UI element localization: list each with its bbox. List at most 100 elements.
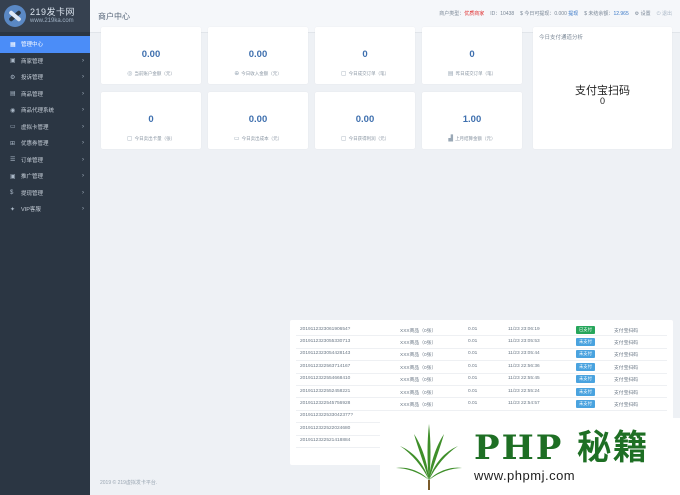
menu-icon: ⊞ xyxy=(10,140,16,147)
order-amount: 0.01 xyxy=(468,376,478,382)
order-pay-method: 支付宝扫码 xyxy=(614,353,638,359)
order-row[interactable]: 2019112323055330713 XXX商品（0张） 0.01 11/23 23… xyxy=(296,335,667,349)
order-row[interactable]: 2019112322563714167 XXX商品（0张） 0.01 11/23 22… xyxy=(296,360,667,374)
order-product: XXX商品（0张） xyxy=(400,378,437,384)
order-time: 11/23 23:05:53 xyxy=(508,338,540,344)
stat-card: 0.00 ⊕ 今日收入金额（元） xyxy=(208,27,308,84)
order-pay-method: 支付宝扫码 xyxy=(614,378,638,384)
order-product: XXX商品（0张） xyxy=(400,328,437,334)
sidebar-item[interactable]: ▤ 商品管理 › xyxy=(0,86,90,103)
stat-label: 今日卖出卡量（张） xyxy=(134,135,176,141)
order-row[interactable]: 201911232306190654? XXX商品（0张） 0.01 11/23 23… xyxy=(296,323,667,337)
withdraw-link[interactable]: 提现 xyxy=(568,11,578,17)
order-time: 11/23 23:06:19 xyxy=(508,326,540,332)
menu-icon: ⚙ xyxy=(10,74,16,81)
watermark: PHP 秘籍 www.phpmj.com xyxy=(380,418,680,495)
order-id: 2019112322522024680 xyxy=(300,425,351,431)
settings-button[interactable]: ⚙ 设置 xyxy=(635,10,651,17)
menu-icon: $ xyxy=(10,189,14,196)
chevron-right-icon: › xyxy=(82,140,84,147)
logout-button[interactable]: ⏻ 退出 xyxy=(657,10,672,17)
order-id: 2019112322533042377? xyxy=(300,413,353,419)
footer: 2019 © 219虚拟发卡平台. xyxy=(100,480,158,486)
stat-icon: ⊕ xyxy=(234,71,240,77)
order-pay-method: 支付宝扫码 xyxy=(614,328,638,334)
logo-domain: www.219ka.com xyxy=(30,17,74,24)
stat-icon: ▭ xyxy=(233,136,240,142)
order-id: 2019112323055330713 xyxy=(300,338,351,344)
sidebar-item[interactable]: ☰ 订单管理 › xyxy=(0,152,90,169)
order-amount: 0.01 xyxy=(468,351,478,357)
chevron-right-icon: › xyxy=(82,156,84,163)
withdrawable: $ 今日可提现：0.000 提现 xyxy=(520,11,579,17)
sidebar-item[interactable]: ✦ VIP客服 › xyxy=(0,201,90,218)
stat-card: 0 ▢ 今日成交订单（笔） xyxy=(315,27,415,84)
order-row[interactable]: 2019112322554668410 XXX商品（0张） 0.01 11/23 22… xyxy=(296,373,667,386)
sidebar-item-label: 投诉管理 xyxy=(21,75,44,82)
order-time: 11/23 22:55:45 xyxy=(508,376,540,382)
order-id: 2019112322563714167 xyxy=(300,363,351,369)
logo[interactable]: 219发卡网 www.219ka.com xyxy=(0,0,90,32)
sidebar: 219发卡网 www.219ka.com ▦ 管理中心 ▣ 商家管理 › ⚙ 投诉管理 › ▤ 商… xyxy=(0,0,90,495)
sidebar-menu: ▦ 管理中心 ▣ 商家管理 › ⚙ 投诉管理 › ▤ 商品管理 › ◉ 商品代理系统 › ▭ 虚拟卡管理 › ⊞ 优… xyxy=(0,36,90,218)
sidebar-item[interactable]: ▭ 虚拟卡管理 › xyxy=(0,119,90,136)
sidebar-item[interactable]: ⚙ 投诉管理 › xyxy=(0,69,90,86)
chevron-right-icon: › xyxy=(82,173,84,180)
order-id: 2019112323054428143 xyxy=(300,351,351,357)
chevron-right-icon: › xyxy=(82,74,84,81)
menu-icon: ▤ xyxy=(10,91,16,98)
logout-icon: ⏻ xyxy=(656,11,661,17)
stat-value: 0.00 xyxy=(355,114,375,125)
order-row[interactable]: 2019112322545756928 XXX商品（0张） 0.01 11/23 22… xyxy=(296,397,667,411)
sidebar-item[interactable]: ◉ 商品代理系统 › xyxy=(0,102,90,119)
unsettled-balance: $ 未结余额：12.965 xyxy=(584,11,629,17)
stat-label: 上月结算金额（元） xyxy=(455,135,496,141)
order-id: 2019112322545756928 xyxy=(300,400,351,406)
order-product: XXX商品（0张） xyxy=(400,340,437,346)
menu-icon: ▣ xyxy=(10,173,16,180)
order-pay-method: 支付宝扫码 xyxy=(614,390,638,396)
merchant-type: 商户类型：优质商家 xyxy=(439,11,485,17)
chevron-right-icon: › xyxy=(82,107,84,114)
order-amount: 0.01 xyxy=(468,388,478,394)
stat-icon: ◎ xyxy=(127,71,133,77)
stat-value: 0 xyxy=(148,114,154,125)
order-row[interactable]: 2019112323054428143 XXX商品（0张） 0.01 11/23 23… xyxy=(296,348,667,362)
stat-icon: ▢ xyxy=(126,136,133,142)
order-row[interactable]: 2019112322552458221 XXX商品（0张） 0.01 11/23 22… xyxy=(296,385,667,399)
order-time: 11/23 22:54:57 xyxy=(508,400,540,406)
stat-card: 0 ▤ 昨日成交订单（笔） xyxy=(422,27,522,84)
pay-channel-card: 今日支付通道分析 支付宝扫码 0 xyxy=(533,27,672,149)
sidebar-item[interactable]: ▣ 商家管理 › xyxy=(0,53,90,70)
watermark-url: www.phpmj.com xyxy=(474,468,576,483)
sidebar-item-label: 优惠券管理 xyxy=(21,141,49,148)
stat-label: 今日获得利润（元） xyxy=(348,135,390,141)
stat-label: 当前账户金额（元） xyxy=(134,70,175,76)
stat-value: 0.00 xyxy=(141,49,161,60)
stat-value: 1.00 xyxy=(462,114,482,125)
sidebar-item[interactable]: ▣ 推广管理 › xyxy=(0,168,90,185)
stat-value: 0 xyxy=(362,49,368,60)
sidebar-item[interactable]: ⊞ 优惠券管理 › xyxy=(0,135,90,152)
order-pay-method: 支付宝扫码 xyxy=(614,402,638,408)
order-time: 11/23 22:56:36 xyxy=(508,363,540,369)
order-pay-method: 支付宝扫码 xyxy=(614,365,638,371)
order-status-badge: 未支付 xyxy=(576,375,595,384)
order-product: XXX商品（0张） xyxy=(400,365,437,371)
sidebar-item-label: 推广管理 xyxy=(21,174,44,181)
order-amount: 0.01 xyxy=(468,338,478,344)
leaf-logo-icon xyxy=(396,423,462,490)
sidebar-item[interactable]: $ 提现管理 › xyxy=(0,185,90,202)
stat-card: 0.00 ▢ 今日获得利润（元） xyxy=(315,92,415,149)
order-id: 2019112322521418884 xyxy=(300,438,351,444)
order-id: 201911232306190654? xyxy=(300,326,351,332)
chevron-right-icon: › xyxy=(82,206,84,213)
stat-label: 今日卖出成本（元） xyxy=(241,135,283,141)
sidebar-item[interactable]: ▦ 管理中心 xyxy=(0,36,90,53)
sidebar-item-label: 商品代理系统 xyxy=(21,108,55,115)
stat-card: 0.00 ▭ 今日卖出成本（元） xyxy=(208,92,308,149)
order-pay-method: 支付宝扫码 xyxy=(614,340,638,346)
chevron-right-icon: › xyxy=(82,123,84,130)
order-status-badge: 未支付 xyxy=(576,337,595,346)
stat-icon: ▤ xyxy=(447,71,454,77)
